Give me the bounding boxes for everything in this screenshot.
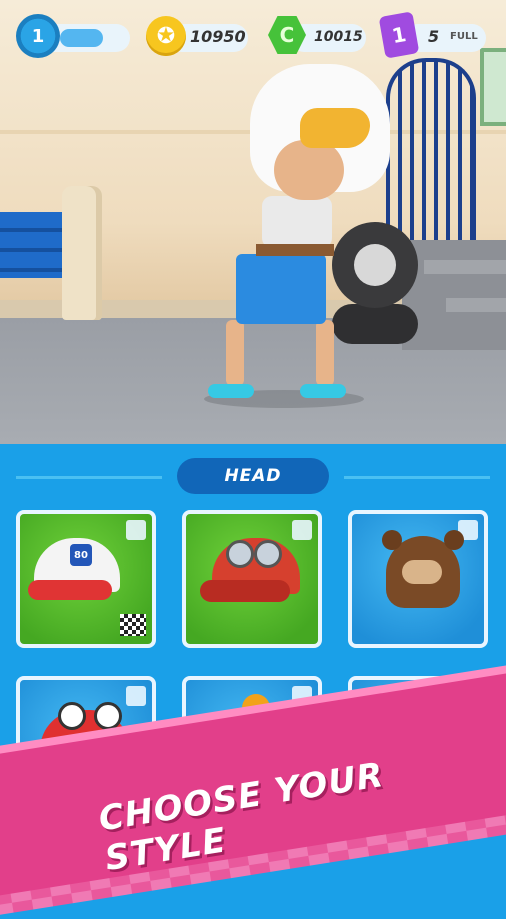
gem-count: 10015 xyxy=(314,29,363,45)
wheel-coin-icon: ✪ xyxy=(146,16,186,56)
item-select-checkbox[interactable] xyxy=(292,520,312,540)
item-card-bear-hat[interactable] xyxy=(348,510,488,648)
bear-ear-left xyxy=(382,530,402,550)
coin-count: 10950 xyxy=(190,27,246,46)
tab-head-label: HEAD xyxy=(224,466,282,486)
stone-stairs xyxy=(402,240,506,350)
bear-snout xyxy=(402,560,442,584)
section-divider-right xyxy=(344,476,490,479)
character-belt xyxy=(256,244,334,256)
goggle-lens-left xyxy=(226,540,254,568)
cap-brim xyxy=(28,580,112,600)
route-80-badge: 80 xyxy=(70,544,92,566)
bench-armrest xyxy=(62,186,102,320)
checkered-flag-icon xyxy=(120,614,146,636)
key-full-label: FULL xyxy=(450,31,478,42)
key-card-symbol: 1 xyxy=(390,21,408,49)
key-card-icon: 1 xyxy=(378,11,420,59)
key-count: 5 xyxy=(428,27,440,46)
tire-top xyxy=(332,222,418,308)
item-select-checkbox[interactable] xyxy=(126,520,146,540)
goggle-lens-right xyxy=(254,540,282,568)
section-divider-left xyxy=(16,476,162,479)
cap-brim xyxy=(200,580,290,602)
character-torso xyxy=(262,196,332,248)
character-shorts xyxy=(236,254,326,324)
tab-head[interactable]: HEAD xyxy=(177,458,329,494)
item-card-cap-80[interactable]: 80 xyxy=(16,510,156,648)
character-leg-right xyxy=(316,320,334,386)
character-sandal-left xyxy=(208,384,254,398)
level-number: 1 xyxy=(31,25,45,47)
bear-ear-right xyxy=(444,530,464,550)
item-card-goggle-cap[interactable] xyxy=(182,510,322,648)
character-face xyxy=(274,140,344,200)
window xyxy=(480,48,506,126)
eagle-beak xyxy=(300,108,370,148)
level-badge[interactable]: 1 xyxy=(16,14,60,58)
xp-bar-fill xyxy=(60,29,103,47)
monster-eye-left xyxy=(58,702,86,730)
character-sandal-right xyxy=(300,384,346,398)
iron-gate xyxy=(386,58,476,246)
character-leg-left xyxy=(226,320,244,386)
character-preview-scene xyxy=(0,0,506,444)
item-select-checkbox[interactable] xyxy=(126,686,146,706)
monster-eye-right xyxy=(94,702,122,730)
tire-bottom xyxy=(332,304,418,344)
